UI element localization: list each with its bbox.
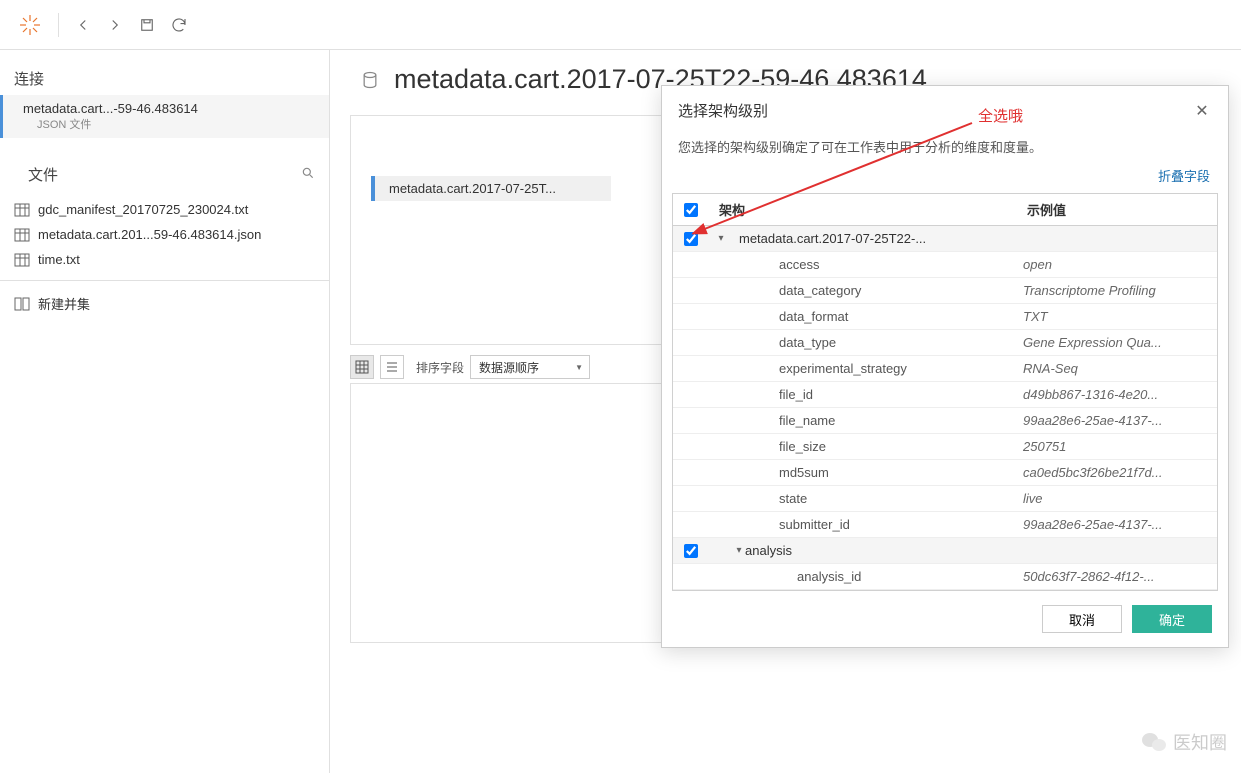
- row-name: metadata.cart.2017-07-25T22-...: [733, 226, 1017, 251]
- files-header: 文件: [14, 158, 72, 191]
- schema-table: 架构 示例值 ▾ metadata.cart.2017-07-25T22-...…: [672, 193, 1218, 591]
- ok-button[interactable]: 确定: [1132, 605, 1212, 633]
- new-union-button[interactable]: 新建并集: [0, 289, 329, 318]
- datasource-icon: [360, 70, 380, 90]
- schema-dialog: 选择架构级别 ✕ 您选择的架构级别确定了可在工作表中用于分析的维度和度量。 折叠…: [661, 85, 1229, 648]
- forward-button[interactable]: [99, 9, 131, 41]
- connection-item[interactable]: metadata.cart...-59-46.483614 JSON 文件: [0, 95, 329, 138]
- field-name: access: [709, 252, 1017, 277]
- search-icon[interactable]: [301, 166, 315, 183]
- field-name: analysis_id: [709, 564, 1017, 589]
- table-row[interactable]: analysis_id50dc63f7-2862-4f12-...: [673, 564, 1217, 590]
- field-name: md5sum: [709, 460, 1017, 485]
- file-item[interactable]: metadata.cart.201...59-46.483614.json: [0, 222, 329, 247]
- file-name: time.txt: [38, 252, 80, 267]
- field-name: experimental_strategy: [709, 356, 1017, 381]
- wechat-icon: [1141, 731, 1167, 753]
- field-value: 250751: [1017, 434, 1217, 459]
- field-name: state: [709, 486, 1017, 511]
- field-name: file_name: [709, 408, 1017, 433]
- field-value: TXT: [1017, 304, 1217, 329]
- collapse-fields-link[interactable]: 折叠字段: [1158, 169, 1210, 184]
- col-schema: 架构: [709, 194, 1017, 225]
- field-value: 50dc63f7-2862-4f12-...: [1017, 564, 1217, 589]
- cancel-button[interactable]: 取消: [1042, 605, 1122, 633]
- table-icon: [14, 203, 30, 217]
- field-name: submitter_id: [709, 512, 1017, 537]
- table-pill[interactable]: metadata.cart.2017-07-25T...: [371, 176, 611, 201]
- table-row[interactable]: ▾ metadata.cart.2017-07-25T22-...: [673, 226, 1217, 252]
- expand-icon[interactable]: ▾: [709, 538, 739, 563]
- close-icon[interactable]: ✕: [1192, 101, 1212, 121]
- file-item[interactable]: gdc_manifest_20170725_230024.txt: [0, 197, 329, 222]
- sort-label: 排序字段: [416, 359, 464, 376]
- table-icon: [14, 253, 30, 267]
- connection-type: JSON 文件: [23, 116, 315, 132]
- table-row[interactable]: accessopen: [673, 252, 1217, 278]
- field-name: data_format: [709, 304, 1017, 329]
- field-value: live: [1017, 486, 1217, 511]
- connection-name: metadata.cart...-59-46.483614: [23, 101, 315, 116]
- refresh-button[interactable]: [163, 9, 195, 41]
- table-row[interactable]: file_size250751: [673, 434, 1217, 460]
- top-toolbar: [0, 0, 1241, 50]
- save-button[interactable]: [131, 9, 163, 41]
- watermark-text: 医知圈: [1173, 729, 1227, 755]
- tableau-logo-icon: [18, 13, 42, 37]
- watermark: 医知圈: [1141, 729, 1227, 755]
- list-view-button[interactable]: [380, 355, 404, 379]
- field-value: Transcriptome Profiling: [1017, 278, 1217, 303]
- sidebar: 连接 metadata.cart...-59-46.483614 JSON 文件…: [0, 50, 330, 773]
- field-value: RNA-Seq: [1017, 356, 1217, 381]
- field-name: data_category: [709, 278, 1017, 303]
- dialog-description: 您选择的架构级别确定了可在工作表中用于分析的维度和度量。: [662, 131, 1228, 166]
- field-name: file_id: [709, 382, 1017, 407]
- table-header: 架构 示例值: [673, 194, 1217, 226]
- connections-header: 连接: [0, 62, 329, 95]
- field-name: file_size: [709, 434, 1017, 459]
- table-row[interactable]: experimental_strategyRNA-Seq: [673, 356, 1217, 382]
- field-value: open: [1017, 252, 1217, 277]
- field-value: 99aa28e6-25ae-4137-...: [1017, 512, 1217, 537]
- grid-view-button[interactable]: [350, 355, 374, 379]
- sort-select[interactable]: 数据源顺序: [470, 355, 590, 379]
- table-row[interactable]: submitter_id99aa28e6-25ae-4137-...: [673, 512, 1217, 538]
- field-value: 99aa28e6-25ae-4137-...: [1017, 408, 1217, 433]
- table-row[interactable]: data_formatTXT: [673, 304, 1217, 330]
- field-value: Gene Expression Qua...: [1017, 330, 1217, 355]
- file-item[interactable]: time.txt: [0, 247, 329, 272]
- file-name: metadata.cart.201...59-46.483614.json: [38, 227, 261, 242]
- field-value: d49bb867-1316-4e20...: [1017, 382, 1217, 407]
- field-value: ca0ed5bc3f26be21f7d...: [1017, 460, 1217, 485]
- table-row[interactable]: data_categoryTranscriptome Profiling: [673, 278, 1217, 304]
- select-all-checkbox[interactable]: [684, 203, 698, 217]
- table-row[interactable]: file_idd49bb867-1316-4e20...: [673, 382, 1217, 408]
- col-example: 示例值: [1017, 194, 1217, 225]
- union-icon: [14, 297, 30, 311]
- row-checkbox[interactable]: [684, 544, 698, 558]
- table-row[interactable]: md5sumca0ed5bc3f26be21f7d...: [673, 460, 1217, 486]
- table-row[interactable]: statelive: [673, 486, 1217, 512]
- file-name: gdc_manifest_20170725_230024.txt: [38, 202, 248, 217]
- divider: [0, 280, 329, 281]
- table-row[interactable]: file_name99aa28e6-25ae-4137-...: [673, 408, 1217, 434]
- new-union-label: 新建并集: [38, 294, 90, 313]
- table-row[interactable]: ▾ analysis: [673, 538, 1217, 564]
- back-button[interactable]: [67, 9, 99, 41]
- field-name: data_type: [709, 330, 1017, 355]
- table-icon: [14, 228, 30, 242]
- row-name: analysis: [739, 538, 1017, 563]
- dialog-title: 选择架构级别: [678, 100, 768, 121]
- expand-icon[interactable]: ▾: [709, 226, 733, 251]
- row-checkbox[interactable]: [684, 232, 698, 246]
- separator: [58, 13, 59, 37]
- table-row[interactable]: data_typeGene Expression Qua...: [673, 330, 1217, 356]
